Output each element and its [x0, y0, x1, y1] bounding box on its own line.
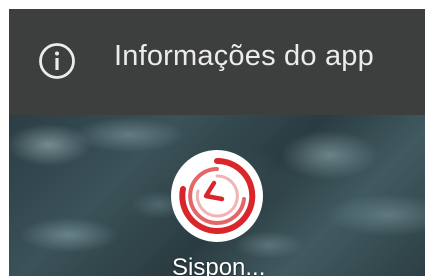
screen: Informações do app Sispon... — [0, 0, 425, 276]
app-info-menu-item[interactable]: Informações do app — [114, 40, 374, 73]
app-icon[interactable] — [170, 149, 264, 243]
info-icon — [38, 42, 76, 80]
app-label[interactable]: Sispon... — [172, 254, 265, 276]
